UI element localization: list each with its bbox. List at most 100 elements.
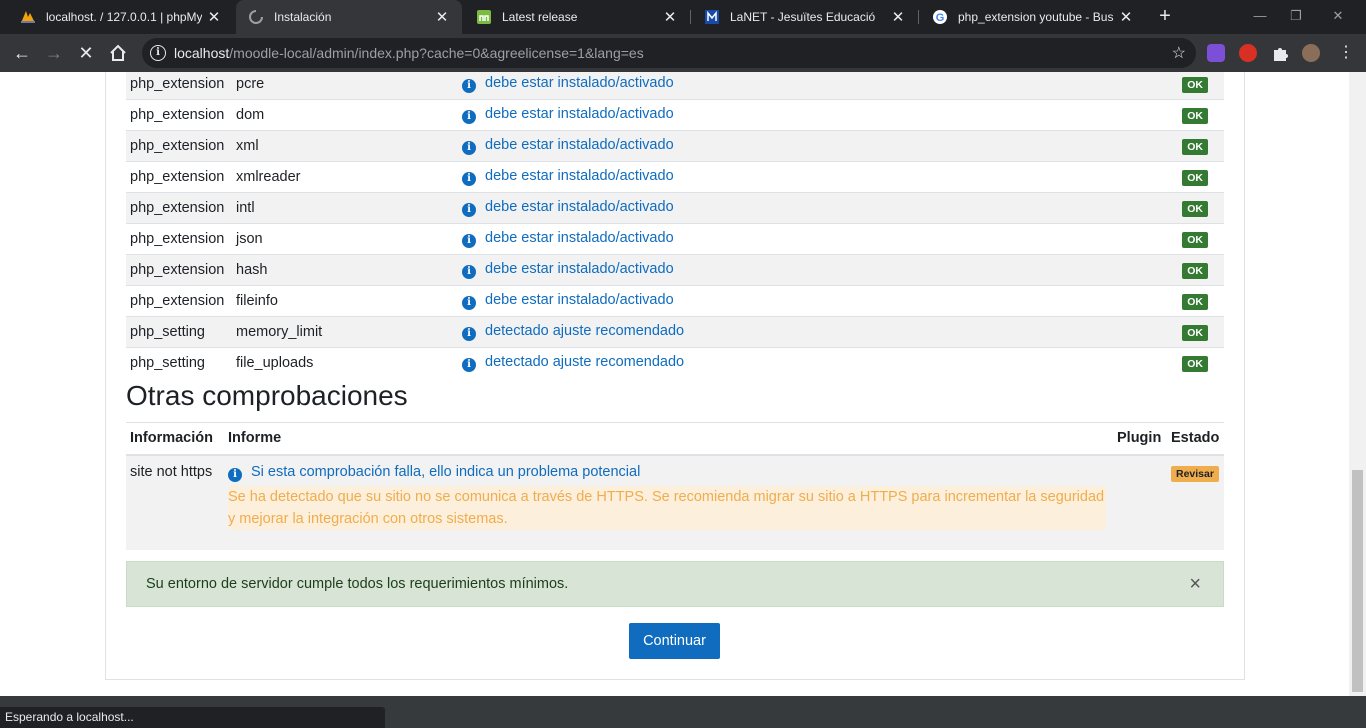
info-circle-icon: i xyxy=(462,265,476,279)
close-tab-icon[interactable]: ✕ xyxy=(430,8,454,26)
check-name: xmlreader xyxy=(232,161,458,193)
report-link[interactable]: debe estar instalado/activado xyxy=(485,168,674,184)
table-row: php_extension xmlreader i debe estar instal… xyxy=(126,161,1224,193)
report-link[interactable]: debe estar instalado/activado xyxy=(485,261,674,277)
lanet-icon xyxy=(704,9,720,25)
report-link[interactable]: detectado ajuste recomendado xyxy=(485,354,684,370)
header-report: Informe xyxy=(224,422,1113,456)
address-bar[interactable]: i localhost/moodle-local/admin/index.php… xyxy=(142,38,1196,68)
check-status: OK xyxy=(1096,316,1224,348)
extension-icon[interactable] xyxy=(1207,44,1225,62)
check-type: php_extension xyxy=(126,192,232,224)
browser-toolbar: ← → ✕ i localhost/moodle-local/admin/ind… xyxy=(0,34,1366,72)
check-report: i debe estar instalado/activado xyxy=(458,285,1097,317)
page-scrollbar[interactable] xyxy=(1349,72,1366,696)
report-link[interactable]: debe estar instalado/activado xyxy=(485,292,674,308)
restore-icon[interactable]: ❐ xyxy=(1278,0,1314,34)
check-status: OK xyxy=(1096,130,1224,162)
check-type: php_extension xyxy=(126,161,232,193)
status-badge: OK xyxy=(1182,76,1208,93)
check-name: fileinfo xyxy=(232,285,458,317)
bookmark-star-icon[interactable]: ☆ xyxy=(1172,43,1186,63)
status-badge: OK xyxy=(1182,200,1208,217)
minimize-icon[interactable]: — xyxy=(1242,0,1278,34)
check-type: php_extension xyxy=(126,72,232,100)
tab-separator xyxy=(690,10,691,24)
extensions-puzzle-icon[interactable] xyxy=(1271,44,1289,62)
status-badge: OK xyxy=(1182,324,1208,341)
check-name: json xyxy=(232,223,458,255)
url-text: localhost/moodle-local/admin/index.php?c… xyxy=(174,45,644,61)
table-row: php_extension json i debe estar instalado/a… xyxy=(126,223,1224,255)
info-circle-icon: i xyxy=(462,110,476,124)
tab-title: localhost. / 127.0.0.1 | phpMyA xyxy=(46,10,202,24)
check-report: i debe estar instalado/activado xyxy=(458,254,1097,286)
check-status: OK xyxy=(1096,347,1224,379)
report-link[interactable]: debe estar instalado/activado xyxy=(485,75,674,91)
check-report: i debe estar instalado/activado xyxy=(458,192,1097,224)
table-row: php_setting file_uploads i detectado ajuste… xyxy=(126,347,1224,379)
report-link[interactable]: debe estar instalado/activado xyxy=(485,230,674,246)
check-type: php_extension xyxy=(126,285,232,317)
table-row: php_extension hash i debe estar instalado/a… xyxy=(126,254,1224,286)
report-link[interactable]: detectado ajuste recomendado xyxy=(485,323,684,339)
check-report: i debe estar instalado/activado xyxy=(458,161,1097,193)
table-row: php_setting memory_limit i detectado ajuste… xyxy=(126,316,1224,348)
tab-title: Latest release xyxy=(502,10,578,24)
check-type: php_extension xyxy=(126,99,232,131)
close-tab-icon[interactable]: ✕ xyxy=(202,8,226,26)
tab-instalacion[interactable]: Instalación ✕ xyxy=(236,0,462,34)
header-plugin: Plugin xyxy=(1113,422,1167,456)
tab-strip: localhost. / 127.0.0.1 | phpMyA ✕ Instal… xyxy=(0,0,1366,34)
tab-latest-release[interactable]: Latest release ✕ xyxy=(464,0,690,34)
adblock-plus-icon[interactable] xyxy=(1239,44,1257,62)
report-link[interactable]: debe estar instalado/activado xyxy=(485,106,674,122)
page-viewport: php_extension pcre i debe estar instalado/a… xyxy=(0,72,1349,696)
tab-google-search[interactable]: G php_extension youtube - Busc ✕ xyxy=(920,0,1146,34)
status-badge: OK xyxy=(1182,293,1208,310)
tab-title: LaNET - Jesuïtes Educació xyxy=(730,10,876,24)
check-report: i detectado ajuste recomendado xyxy=(458,347,1097,379)
close-tab-icon[interactable]: ✕ xyxy=(1114,8,1138,26)
stop-loading-icon[interactable]: ✕ xyxy=(72,39,100,67)
header-info: Información xyxy=(126,422,224,456)
scrollbar-thumb[interactable] xyxy=(1352,470,1363,692)
check-status: OK xyxy=(1096,285,1224,317)
check-plugin xyxy=(1113,454,1167,550)
check-name: pcre xyxy=(232,72,458,100)
report-link[interactable]: debe estar instalado/activado xyxy=(485,199,674,215)
moodle-icon xyxy=(476,9,492,25)
check-info: site not https xyxy=(126,454,224,550)
check-type: php_setting xyxy=(126,316,232,348)
info-circle-icon: i xyxy=(462,141,476,155)
info-circle-icon: i xyxy=(462,327,476,341)
tab-phpmyadmin[interactable]: localhost. / 127.0.0.1 | phpMyA ✕ xyxy=(8,0,234,34)
table-row: site not https i Si esta comprobación fal… xyxy=(126,454,1224,550)
info-circle-icon: i xyxy=(462,234,476,248)
continue-button[interactable]: Continuar xyxy=(629,623,720,659)
back-arrow-icon[interactable]: ← xyxy=(8,39,36,67)
phpmyadmin-icon xyxy=(20,9,36,25)
close-tab-icon[interactable]: ✕ xyxy=(886,8,910,26)
new-tab-icon[interactable]: + xyxy=(1153,4,1177,28)
close-tab-icon[interactable]: ✕ xyxy=(658,8,682,26)
profile-avatar[interactable] xyxy=(1302,44,1320,62)
info-circle-icon: i xyxy=(462,296,476,310)
header-status: Estado xyxy=(1167,422,1224,456)
window-close-icon[interactable]: ✕ xyxy=(1320,0,1356,34)
other-checks-title: Otras comprobaciones xyxy=(126,380,408,411)
site-info-icon[interactable]: i xyxy=(150,45,166,61)
home-icon[interactable] xyxy=(104,39,132,67)
report-link[interactable]: debe estar instalado/activado xyxy=(485,137,674,153)
menu-kebab-icon[interactable]: ⋮ xyxy=(1332,39,1360,67)
browser-status-bar: Esperando a localhost... xyxy=(0,707,385,728)
check-type: php_extension xyxy=(126,130,232,162)
check-type: php_extension xyxy=(126,254,232,286)
forward-arrow-icon[interactable]: → xyxy=(40,39,68,67)
table-row: php_extension xml i debe estar instalado/ac… xyxy=(126,130,1224,162)
check-report: i detectado ajuste recomendado xyxy=(458,316,1097,348)
tab-lanet[interactable]: LaNET - Jesuïtes Educació ✕ xyxy=(692,0,918,34)
close-alert-icon[interactable]: × xyxy=(1189,562,1201,606)
status-badge: OK xyxy=(1182,107,1208,124)
report-link[interactable]: Si esta comprobación falla, ello indica … xyxy=(251,464,640,480)
